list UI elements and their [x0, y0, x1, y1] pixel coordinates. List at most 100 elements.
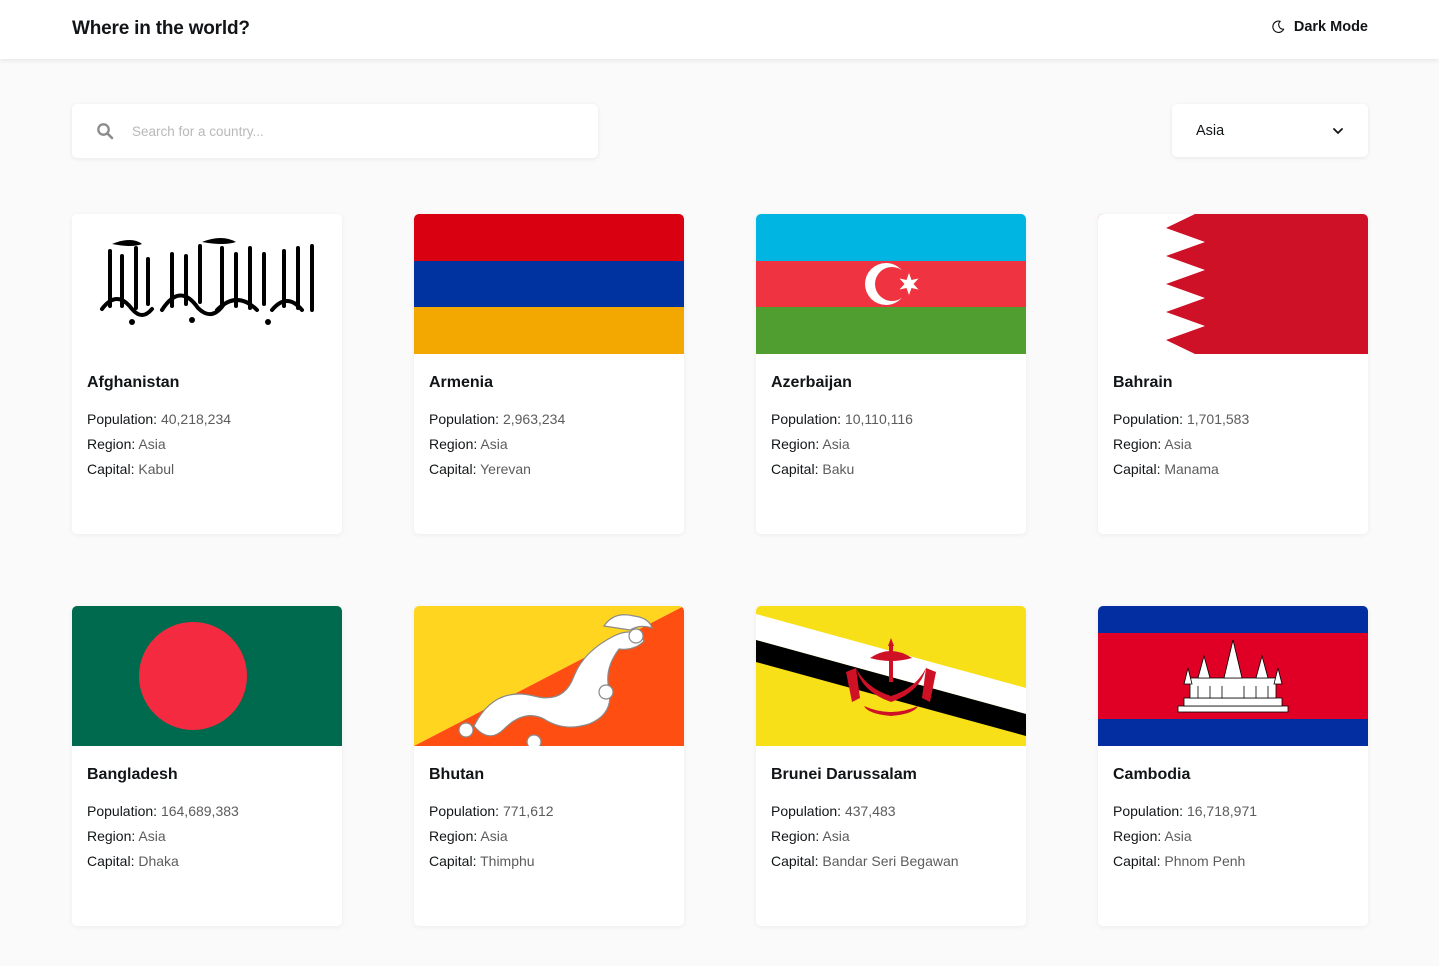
- region-label: Region:: [1113, 828, 1162, 844]
- population-row: Population: 437,483: [771, 803, 896, 819]
- capital-row: Capital: Yerevan: [429, 461, 531, 477]
- app-title: Where in the world?: [72, 18, 250, 39]
- population-label: Population:: [429, 411, 500, 427]
- country-card-bangladesh[interactable]: Bangladesh Population: 164,689,383 Regio…: [72, 606, 342, 926]
- region-row: Region: Asia: [429, 436, 508, 452]
- country-name: Bangladesh: [87, 766, 178, 783]
- population-value: 771,612: [502, 803, 554, 819]
- afghanistan-flag: [72, 214, 342, 354]
- search-input[interactable]: [132, 123, 572, 139]
- country-card-afghanistan[interactable]: Afghanistan Population: 40,218,234 Regio…: [72, 214, 342, 534]
- capital-label: Capital:: [771, 461, 819, 477]
- population-value: 10,110,116: [844, 411, 913, 427]
- brunei-flag: [756, 606, 1026, 746]
- population-label: Population:: [771, 803, 842, 819]
- capital-label: Capital:: [771, 853, 819, 869]
- country-name: Cambodia: [1113, 766, 1191, 783]
- capital-label: Capital:: [1113, 853, 1161, 869]
- population-row: Population: 16,718,971: [1113, 803, 1257, 819]
- region-value: Asia: [480, 436, 508, 452]
- population-value: 1,701,583: [1186, 411, 1250, 427]
- capital-label: Capital:: [429, 853, 477, 869]
- population-label: Population:: [1113, 803, 1184, 819]
- capital-row: Capital: Phnom Penh: [1113, 853, 1245, 869]
- capital-row: Capital: Manama: [1113, 461, 1219, 477]
- country-name: Armenia: [429, 374, 494, 391]
- capital-row: Capital: Dhaka: [87, 853, 179, 869]
- capital-value: Phnom Penh: [1164, 853, 1246, 869]
- region-value: Asia: [822, 828, 850, 844]
- capital-label: Capital:: [1113, 461, 1161, 477]
- dark-mode-label: Dark Mode: [1293, 19, 1368, 35]
- chevron-down-icon: [1333, 127, 1343, 134]
- population-row: Population: 1,701,583: [1113, 411, 1249, 427]
- population-label: Population:: [87, 803, 158, 819]
- region-row: Region: Asia: [1113, 828, 1192, 844]
- region-filter-select[interactable]: Asia: [1172, 104, 1368, 157]
- region-value: Asia: [822, 436, 850, 452]
- capital-label: Capital:: [87, 853, 135, 869]
- region-label: Region:: [87, 828, 136, 844]
- population-value: 2,963,234: [502, 411, 566, 427]
- capital-row: Capital: Kabul: [87, 461, 174, 477]
- region-row: Region: Asia: [771, 828, 850, 844]
- population-value: 164,689,383: [160, 803, 239, 819]
- search-box[interactable]: [72, 104, 598, 158]
- region-row: Region: Asia: [87, 828, 166, 844]
- moon-icon: [1272, 20, 1285, 33]
- population-value: 437,483: [844, 803, 896, 819]
- bahrain-flag: [1098, 214, 1368, 354]
- region-row: Region: Asia: [1113, 436, 1192, 452]
- country-card-armenia[interactable]: Armenia Population: 2,963,234 Region: As…: [414, 214, 684, 534]
- capital-label: Capital:: [429, 461, 477, 477]
- country-card-brunei[interactable]: Brunei Darussalam Population: 437,483 Re…: [756, 606, 1026, 926]
- region-row: Region: Asia: [771, 436, 850, 452]
- region-label: Region:: [771, 828, 820, 844]
- country-card-bhutan[interactable]: Bhutan Population: 771,612 Region: Asia …: [414, 606, 684, 926]
- capital-row: Capital: Thimphu: [429, 853, 535, 869]
- population-value: 40,218,234: [160, 411, 232, 427]
- population-row: Population: 10,110,116: [771, 411, 913, 427]
- capital-row: Capital: Bandar Seri Begawan: [771, 853, 959, 869]
- country-name: Bhutan: [429, 766, 485, 783]
- capital-value: Kabul: [138, 461, 175, 477]
- country-card-bahrain[interactable]: Bahrain Population: 1,701,583 Region: As…: [1098, 214, 1368, 534]
- bangladesh-flag: [72, 606, 342, 746]
- population-label: Population:: [429, 803, 500, 819]
- population-label: Population:: [1113, 411, 1184, 427]
- armenia-flag: [414, 214, 684, 354]
- search-icon: [97, 123, 114, 140]
- population-label: Population:: [87, 411, 158, 427]
- cambodia-flag: [1098, 606, 1368, 746]
- region-filter-value: Asia: [1196, 122, 1225, 139]
- population-row: Population: 164,689,383: [87, 803, 239, 819]
- region-row: Region: Asia: [429, 828, 508, 844]
- azerbaijan-flag: [756, 214, 1026, 354]
- capital-value: Thimphu: [480, 853, 535, 869]
- bhutan-flag: [414, 606, 684, 746]
- region-label: Region:: [87, 436, 136, 452]
- top-bar: Where in the world? Dark Mode: [0, 0, 1439, 59]
- region-value: Asia: [138, 436, 166, 452]
- region-value: Asia: [480, 828, 508, 844]
- region-label: Region:: [429, 828, 478, 844]
- country-name: Bahrain: [1113, 374, 1173, 391]
- capital-value: Dhaka: [138, 853, 179, 869]
- country-card-cambodia[interactable]: Cambodia Population: 16,718,971 Region: …: [1098, 606, 1368, 926]
- capital-value: Baku: [822, 461, 855, 477]
- capital-value: Manama: [1164, 461, 1219, 477]
- country-name: Afghanistan: [87, 374, 180, 391]
- country-card-azerbaijan[interactable]: Azerbaijan Population: 10,110,116 Region…: [756, 214, 1026, 534]
- region-label: Region:: [771, 436, 820, 452]
- region-value: Asia: [138, 828, 166, 844]
- population-row: Population: 771,612: [429, 803, 554, 819]
- dark-mode-toggle[interactable]: Dark Mode: [1271, 19, 1368, 35]
- capital-value: Bandar Seri Begawan: [822, 853, 959, 869]
- region-value: Asia: [1164, 828, 1192, 844]
- capital-value: Yerevan: [480, 461, 531, 477]
- capital-row: Capital: Baku: [771, 461, 854, 477]
- region-label: Region:: [1113, 436, 1162, 452]
- population-row: Population: 2,963,234: [429, 411, 565, 427]
- population-label: Population:: [771, 411, 842, 427]
- population-row: Population: 40,218,234: [87, 411, 231, 427]
